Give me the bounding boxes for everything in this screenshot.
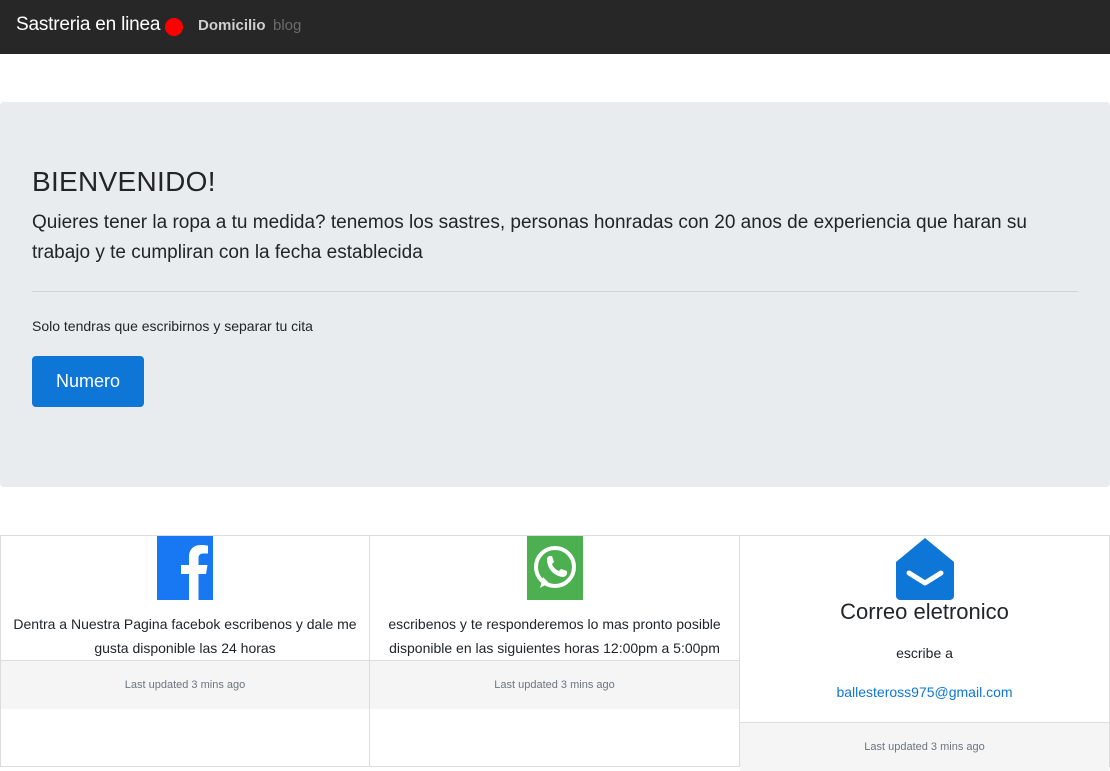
welcome-lead: Quieres tener la ropa a tu medida? tenem… (32, 212, 1027, 263)
facebook-card-text: Dentra a Nuestra Pagina facebok escriben… (13, 616, 357, 656)
brand-link[interactable]: Sastreria en linea (16, 14, 184, 36)
last-updated-text: Last updated 3 mins ago (864, 741, 985, 753)
facebook-card: Dentra a Nuestra Pagina facebok escriben… (0, 535, 370, 767)
email-card-title: Correo eletronico (840, 599, 1009, 624)
nav-link-blog[interactable]: blog (273, 17, 301, 34)
nav-link-domicilio[interactable]: Domicilio (198, 17, 266, 34)
whatsapp-card: escribenos y te responderemos lo mas pro… (369, 535, 740, 767)
welcome-title: BIENVENIDO! (32, 166, 216, 197)
welcome-jumbotron: BIENVENIDO! Quieres tener la ropa a tu m… (0, 102, 1110, 487)
top-navbar: Sastreria en linea Domicilio blog (0, 0, 1110, 54)
whatsapp-card-footer: Last updated 3 mins ago (370, 660, 739, 709)
numero-button[interactable]: Numero (32, 356, 144, 407)
envelope-open-icon[interactable] (892, 536, 958, 605)
brand-label: Sastreria en linea (16, 14, 161, 35)
facebook-icon[interactable] (157, 536, 213, 605)
status-dot-icon (165, 17, 184, 36)
last-updated-text: Last updated 3 mins ago (494, 679, 615, 691)
last-updated-text: Last updated 3 mins ago (124, 679, 246, 691)
email-card: Correo eletronico escribe a ballesteross… (739, 535, 1110, 771)
email-card-subtitle: escribe a (896, 645, 953, 661)
divider (32, 291, 1078, 292)
email-link[interactable]: ballesteross975@gmail.com (740, 684, 1109, 700)
email-card-footer: Last updated 3 mins ago (740, 722, 1109, 771)
facebook-card-footer: Last updated 3 mins ago (1, 660, 369, 709)
whatsapp-card-text: escribenos y te responderemos lo mas pro… (388, 616, 721, 656)
whatsapp-icon[interactable] (527, 536, 583, 605)
welcome-text: Solo tendras que escribirnos y separar t… (32, 318, 313, 334)
